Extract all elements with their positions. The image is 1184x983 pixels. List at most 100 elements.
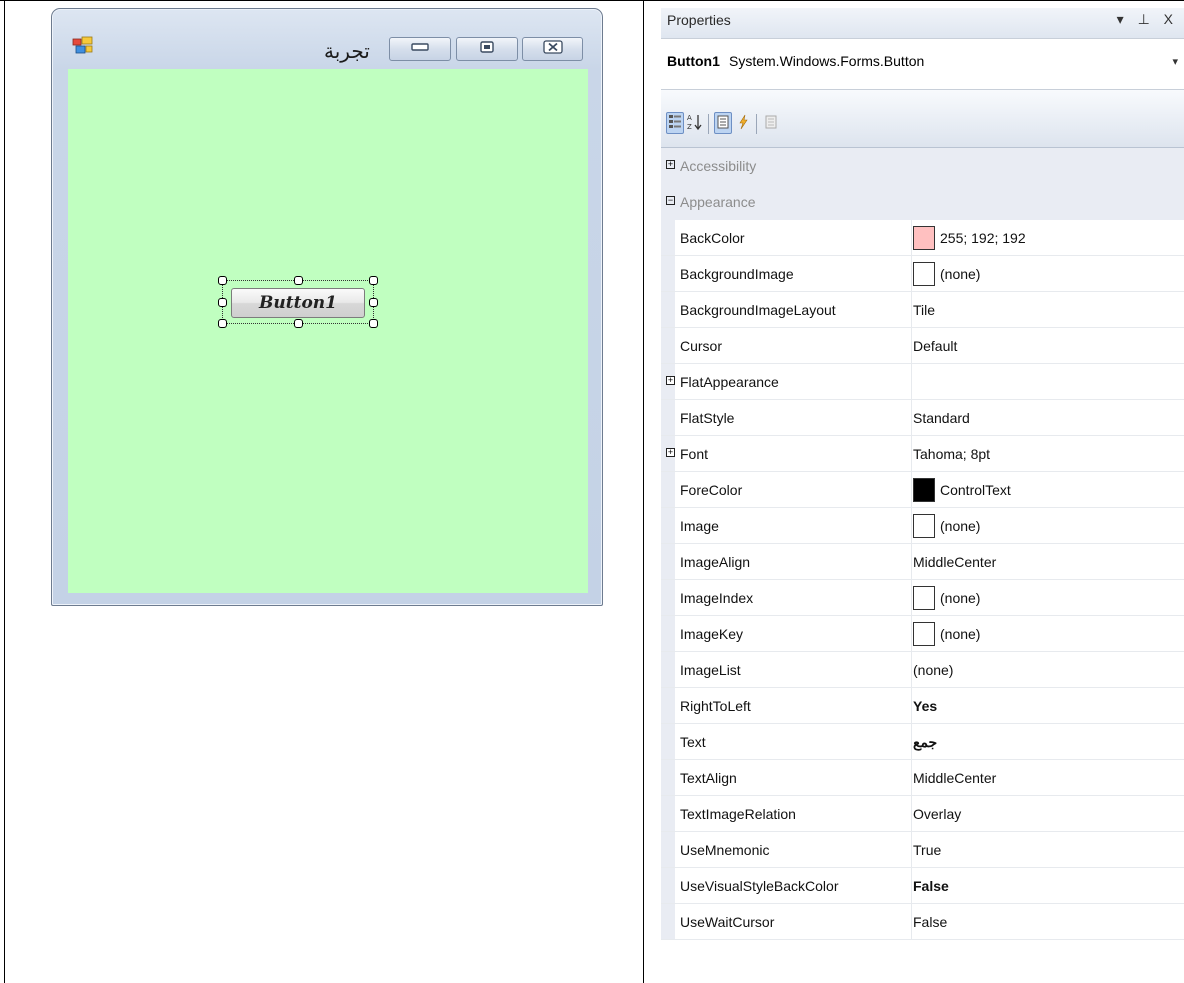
property-name: ImageIndex <box>680 590 754 606</box>
property-value[interactable]: False <box>913 914 947 930</box>
property-value[interactable]: Tile <box>913 302 935 318</box>
property-row-imagekey[interactable]: ImageKey (none) <box>661 616 1184 652</box>
events-button[interactable] <box>734 112 752 134</box>
toolbar-separator <box>708 114 709 134</box>
property-value[interactable]: Standard <box>913 410 970 426</box>
close-button[interactable] <box>522 37 583 61</box>
property-name: ForeColor <box>680 482 743 498</box>
form-titlebar[interactable]: تجربة <box>52 9 602 67</box>
property-value[interactable]: Overlay <box>913 806 961 822</box>
property-row-flatappearance[interactable]: + FlatAppearance <box>661 364 1184 400</box>
table-divider <box>643 0 644 983</box>
property-row-usewaitcursor[interactable]: UseWaitCursor False <box>661 904 1184 940</box>
property-value[interactable]: (none) <box>913 662 953 678</box>
property-row-backgroundimage[interactable]: BackgroundImage (none) <box>661 256 1184 292</box>
row-gutter <box>661 508 675 543</box>
property-value[interactable]: (none) <box>940 626 980 642</box>
resize-handle-se[interactable] <box>369 319 378 328</box>
property-value[interactable]: جمع <box>913 734 937 751</box>
color-swatch <box>913 262 935 286</box>
expand-icon[interactable]: + <box>666 448 675 457</box>
property-row-font[interactable]: + Font Tahoma; 8pt <box>661 436 1184 472</box>
property-row-cursor[interactable]: Cursor Default <box>661 328 1184 364</box>
property-value[interactable]: Default <box>913 338 957 354</box>
properties-button[interactable] <box>714 112 732 134</box>
category-appearance[interactable]: − Appearance <box>661 184 1184 220</box>
property-row-backgroundimagelayout[interactable]: BackgroundImageLayout Tile <box>661 292 1184 328</box>
column-divider <box>911 256 912 291</box>
property-name: Image <box>680 518 719 534</box>
row-gutter <box>661 220 675 255</box>
property-value[interactable]: True <box>913 842 941 858</box>
property-row-imagelist[interactable]: ImageList (none) <box>661 652 1184 688</box>
property-value[interactable]: ControlText <box>940 482 1011 498</box>
events-icon <box>738 114 748 133</box>
column-divider <box>911 796 912 831</box>
column-divider <box>911 400 912 435</box>
button1[interactable]: Button1 <box>231 288 365 318</box>
row-gutter <box>661 652 675 687</box>
button1-selection[interactable]: Button1 <box>218 276 378 328</box>
chevron-down-icon[interactable]: ▾ <box>1172 55 1178 68</box>
property-name: BackgroundImageLayout <box>680 302 836 318</box>
collapse-icon[interactable]: − <box>666 196 675 205</box>
maximize-button[interactable] <box>456 37 518 61</box>
property-name: UseMnemonic <box>680 842 770 858</box>
property-value[interactable]: Yes <box>913 698 937 714</box>
property-value[interactable]: MiddleCenter <box>913 554 996 570</box>
resize-handle-s[interactable] <box>294 319 303 328</box>
property-value[interactable]: False <box>913 878 949 894</box>
property-row-imageindex[interactable]: ImageIndex (none) <box>661 580 1184 616</box>
object-selector[interactable]: Button1 System.Windows.Forms.Button ▾ <box>661 38 1184 90</box>
property-name: RightToLeft <box>680 698 751 714</box>
column-divider <box>911 868 912 903</box>
row-gutter <box>661 724 675 759</box>
column-divider <box>911 364 912 399</box>
property-value[interactable]: (none) <box>940 266 980 282</box>
property-row-image[interactable]: Image (none) <box>661 508 1184 544</box>
property-row-usevisualstylebackcolor[interactable]: UseVisualStyleBackColor False <box>661 868 1184 904</box>
table-border-top <box>0 0 1184 1</box>
expand-icon[interactable]: + <box>666 160 675 169</box>
property-name: UseVisualStyleBackColor <box>680 878 839 894</box>
resize-handle-nw[interactable] <box>218 276 227 285</box>
panel-window-controls[interactable]: ▾ ⊥ X <box>1117 11 1178 28</box>
property-value[interactable]: MiddleCenter <box>913 770 996 786</box>
color-swatch <box>913 226 935 250</box>
categorized-button[interactable] <box>666 112 684 134</box>
property-row-imagealign[interactable]: ImageAlign MiddleCenter <box>661 544 1184 580</box>
column-divider <box>911 580 912 615</box>
property-value[interactable]: 255; 192; 192 <box>940 230 1026 246</box>
property-row-flatstyle[interactable]: FlatStyle Standard <box>661 400 1184 436</box>
minimize-button[interactable] <box>389 37 451 61</box>
property-row-backcolor[interactable]: BackColor 255; 192; 192 <box>661 220 1184 256</box>
resize-handle-e[interactable] <box>369 298 378 307</box>
table-border-left <box>4 0 5 983</box>
property-row-textimagerelation[interactable]: TextImageRelation Overlay <box>661 796 1184 832</box>
property-value[interactable]: (none) <box>940 518 980 534</box>
row-gutter <box>661 904 675 939</box>
resize-handle-sw[interactable] <box>218 319 227 328</box>
property-row-textalign[interactable]: TextAlign MiddleCenter <box>661 760 1184 796</box>
resize-handle-ne[interactable] <box>369 276 378 285</box>
color-swatch <box>913 622 935 646</box>
expand-icon[interactable]: + <box>666 376 675 385</box>
property-grid: + Accessibility − Appearance BackColor 255; 1… <box>661 148 1184 940</box>
form-client-area[interactable]: Button1 <box>68 69 588 593</box>
property-name: TextImageRelation <box>680 806 796 822</box>
alphabetical-button[interactable]: AZ <box>686 112 704 134</box>
property-pages-button[interactable] <box>762 112 780 134</box>
column-divider <box>911 616 912 651</box>
property-row-text[interactable]: Text جمع <box>661 724 1184 760</box>
category-accessibility[interactable]: + Accessibility <box>661 148 1184 184</box>
row-gutter <box>661 472 675 507</box>
category-label: Accessibility <box>680 158 757 174</box>
property-row-usemnemonic[interactable]: UseMnemonic True <box>661 832 1184 868</box>
resize-handle-w[interactable] <box>218 298 227 307</box>
form-window[interactable]: تجربة Button1 <box>51 8 603 606</box>
property-value[interactable]: Tahoma; 8pt <box>913 446 990 462</box>
property-value[interactable]: (none) <box>940 590 980 606</box>
property-row-forecolor[interactable]: ForeColor ControlText <box>661 472 1184 508</box>
property-row-righttoleft[interactable]: RightToLeft Yes <box>661 688 1184 724</box>
resize-handle-n[interactable] <box>294 276 303 285</box>
